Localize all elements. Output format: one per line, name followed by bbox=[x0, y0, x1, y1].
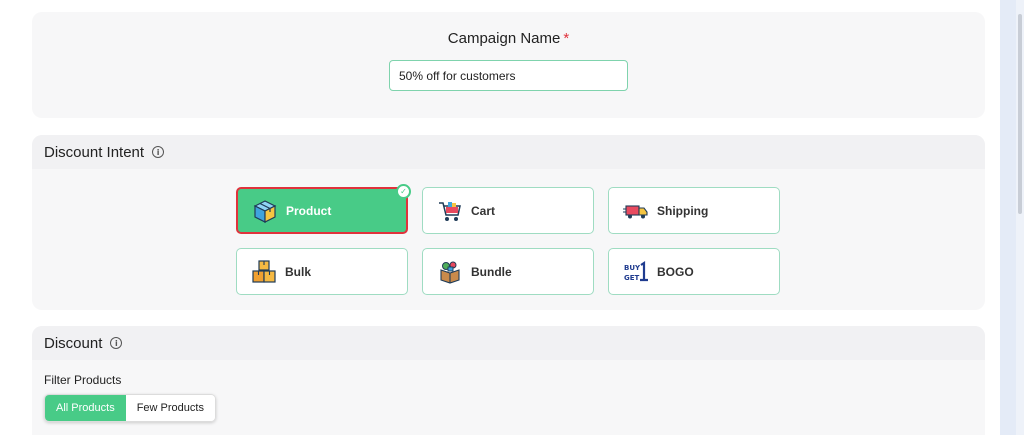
intent-option-label: Bulk bbox=[285, 264, 312, 279]
discount-header: Discount i bbox=[32, 326, 985, 360]
intent-option-label: Bundle bbox=[471, 264, 512, 279]
discount-intent-title: Discount Intent bbox=[44, 143, 145, 161]
intent-option-product[interactable]: Product ✓ bbox=[236, 184, 411, 234]
buy-get-icon: BUY GET bbox=[624, 260, 648, 282]
required-asterisk: * bbox=[563, 30, 570, 47]
info-icon[interactable]: i bbox=[110, 337, 123, 349]
bundle-box-icon bbox=[440, 261, 460, 284]
intent-option-label: Shipping bbox=[657, 203, 709, 218]
info-icon[interactable]: i bbox=[152, 146, 165, 158]
intent-option-bogo[interactable]: BUY GET BOGO bbox=[608, 248, 780, 295]
intent-option-label: Product bbox=[286, 203, 332, 218]
campaign-name-label: Campaign Name * bbox=[32, 30, 985, 47]
intent-option-label: BOGO bbox=[657, 264, 694, 279]
scrollbar-thumb[interactable] bbox=[1018, 14, 1022, 214]
intent-option-shipping[interactable]: Shipping bbox=[608, 187, 780, 234]
campaign-name-card: Campaign Name * bbox=[32, 12, 985, 118]
intent-option-bundle[interactable]: Bundle bbox=[422, 248, 594, 295]
discount-title: Discount bbox=[44, 334, 103, 352]
intent-option-label: Cart bbox=[471, 203, 496, 218]
truck-icon bbox=[623, 204, 648, 218]
filter-products-label: Filter Products bbox=[44, 373, 122, 387]
discount-intent-header: Discount Intent i bbox=[32, 135, 985, 169]
selected-check-icon: ✓ bbox=[396, 184, 411, 199]
filter-products-toggle: All Products Few Products bbox=[44, 394, 216, 422]
discount-intent-card: Discount Intent i Product ✓ Cart Shippin… bbox=[32, 135, 985, 310]
campaign-name-label-text: Campaign Name bbox=[447, 30, 561, 47]
box-icon bbox=[253, 199, 277, 223]
intent-option-cart[interactable]: Cart bbox=[422, 187, 594, 234]
discount-card: Discount i Filter Products All Products … bbox=[32, 326, 985, 435]
svg-text:GET: GET bbox=[624, 274, 640, 282]
cart-icon bbox=[439, 201, 461, 221]
stacked-boxes-icon bbox=[252, 259, 276, 283]
intent-option-bulk[interactable]: Bulk bbox=[236, 248, 408, 295]
all-products-button[interactable]: All Products bbox=[45, 395, 126, 421]
few-products-button[interactable]: Few Products bbox=[125, 395, 215, 421]
svg-text:BUY: BUY bbox=[624, 264, 641, 272]
campaign-name-input[interactable] bbox=[389, 60, 628, 91]
